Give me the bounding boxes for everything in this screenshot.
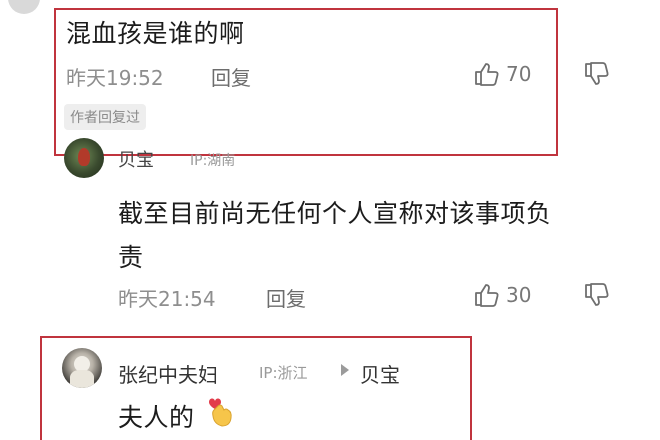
comment-1-reply-button[interactable]: 回复: [211, 62, 251, 91]
comment-1-text: 混血孩是谁的啊: [66, 19, 245, 48]
comment-3-author[interactable]: 张纪中夫妇: [118, 359, 218, 388]
comment-2-like-count: 30: [506, 283, 532, 307]
comment-2-author[interactable]: 贝宝: [118, 146, 154, 172]
author-replied-badge: 作者回复过: [64, 104, 146, 130]
comment-2-text-line2: 责: [118, 243, 144, 272]
highlight-box-2: [40, 336, 472, 440]
reply-arrow-icon: [340, 363, 350, 377]
comment-1-time: 昨天19:52: [66, 66, 164, 90]
comment-3-ip: IP:浙江: [259, 364, 308, 382]
avatar[interactable]: [62, 348, 102, 388]
comment-2-time: 昨天21:54: [118, 287, 216, 311]
thumb-up-icon[interactable]: [474, 62, 500, 86]
thumb-down-icon[interactable]: [584, 283, 610, 307]
finger-heart-emoji-icon: [208, 396, 234, 428]
comment-2-reply-button[interactable]: 回复: [266, 283, 306, 312]
avatar-partial[interactable]: [8, 0, 40, 14]
comment-3-reply-to[interactable]: 贝宝: [360, 359, 400, 388]
thumb-down-icon[interactable]: [584, 62, 610, 86]
thumb-up-icon[interactable]: [474, 283, 500, 307]
comment-2-ip: IP:湖南: [190, 153, 236, 169]
comment-3-text: 夫人的: [118, 403, 195, 432]
comment-1-like-count: 70: [506, 62, 532, 86]
comment-2-text-line1: 截至目前尚无任何个人宣称对该事项负: [118, 199, 552, 228]
avatar[interactable]: [64, 138, 104, 178]
